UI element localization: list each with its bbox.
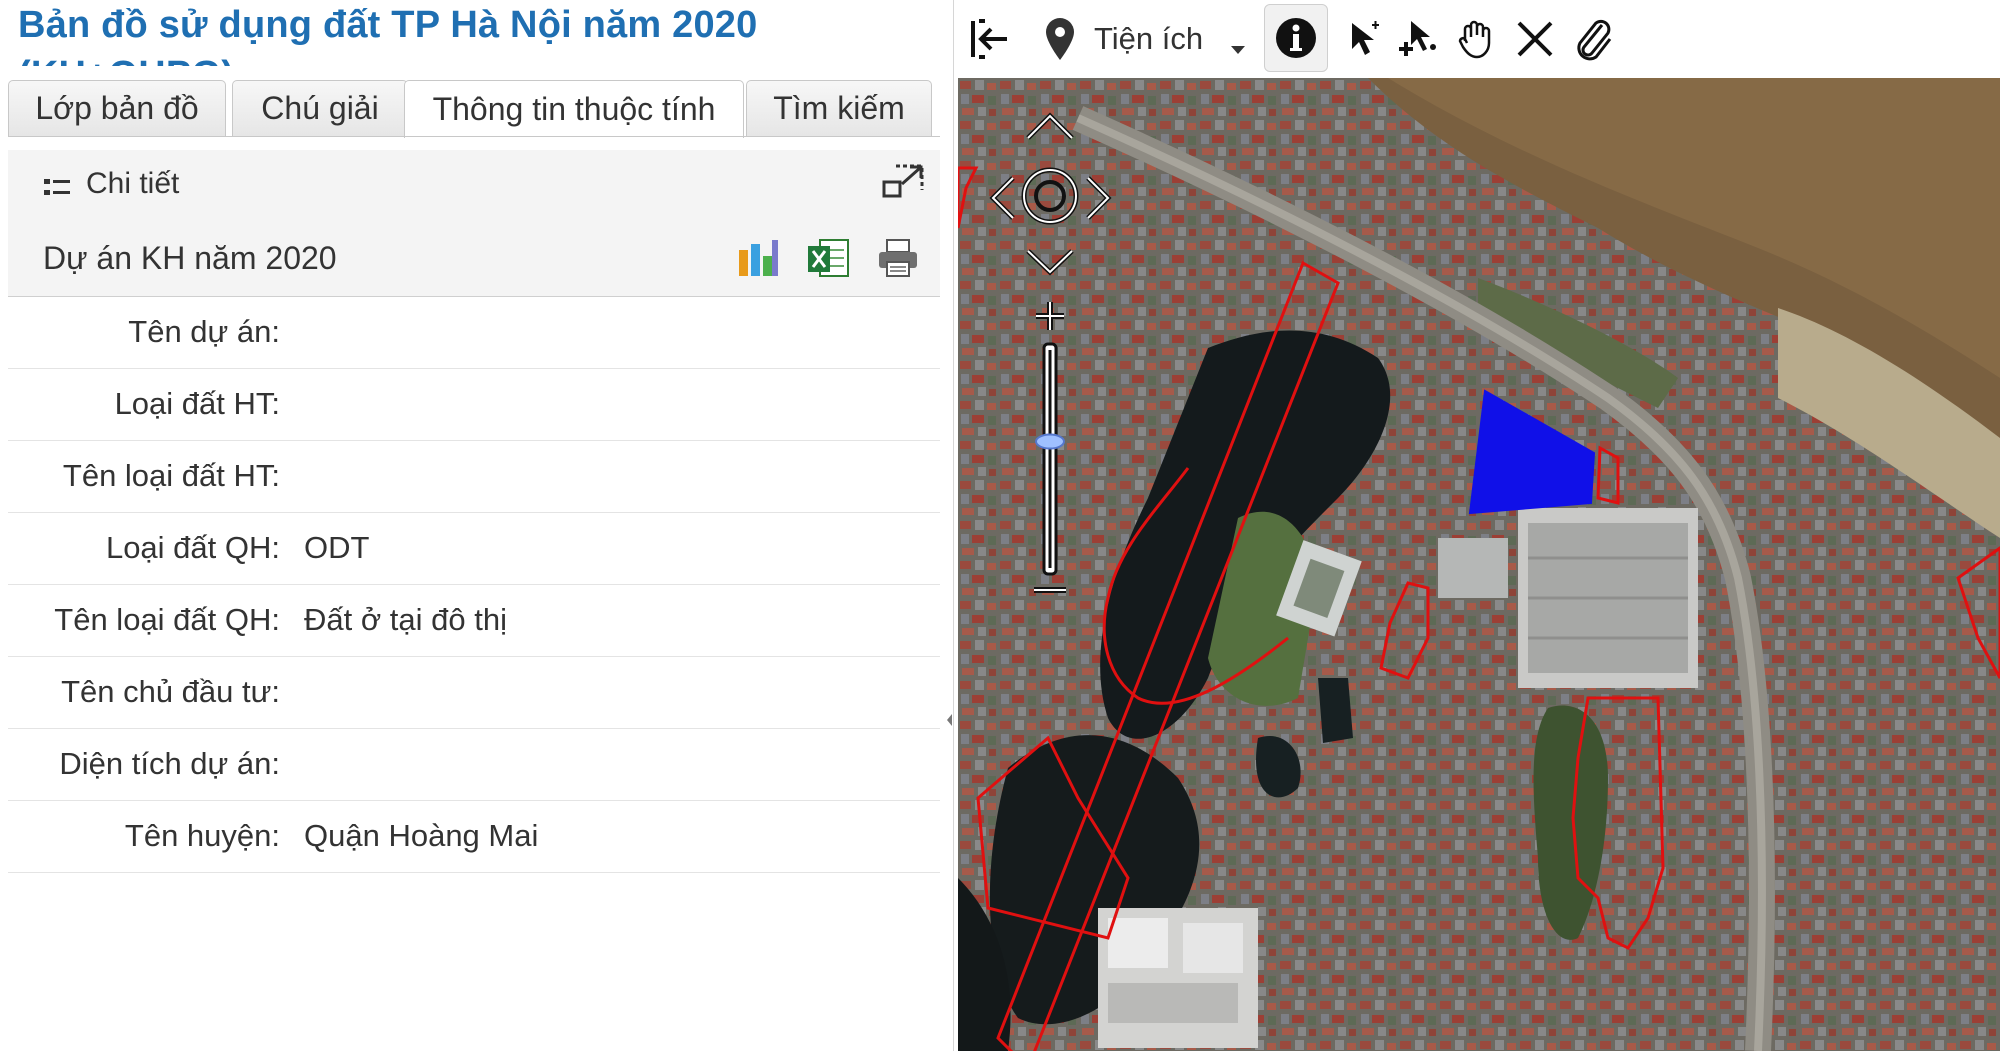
attribute-value: Quận Hoàng Mai: [304, 818, 539, 853]
table-row: Tên huyện: Quận Hoàng Mai: [8, 801, 940, 873]
pan-down-icon: [1026, 249, 1074, 276]
side-panel: Bản đồ sử dụng đất TP Hà Nội năm 2020 (K…: [0, 0, 954, 1051]
excel-icon[interactable]: [806, 236, 850, 280]
map-navigation-control[interactable]: [958, 78, 1158, 678]
attribute-label: Tên chủ đầu tư:: [61, 674, 280, 709]
pan-up-icon: [1026, 112, 1074, 140]
chart-icon[interactable]: [736, 236, 780, 280]
dropdown-caret-icon[interactable]: [1226, 10, 1250, 68]
attribute-label: Loại đất QH:: [105, 530, 280, 565]
pan-hand-icon[interactable]: [1452, 10, 1502, 68]
print-icon[interactable]: [876, 236, 920, 280]
project-title: Dự án KH năm 2020: [43, 240, 337, 276]
collapse-panel-icon[interactable]: [966, 10, 1014, 68]
location-pin-icon[interactable]: [1038, 10, 1082, 68]
table-row: Loại đất QH: ODT: [8, 513, 940, 585]
tab-bar: Lớp bản đồ Chú giải Thông tin thuộc tính…: [8, 80, 948, 138]
utilities-menu[interactable]: Tiện ích: [1094, 10, 1214, 68]
page-title: Bản đồ sử dụng đất TP Hà Nội năm 2020 (K…: [18, 4, 758, 66]
attribute-label: Diện tích dự án:: [59, 746, 280, 781]
table-row: Tên loại đất HT:: [8, 441, 940, 513]
table-row: Tên dự án:: [8, 297, 940, 369]
pan-right-icon: [1086, 176, 1112, 220]
attribute-label: Tên loại đất QH:: [54, 602, 280, 637]
table-row: Loại đất HT:: [8, 369, 940, 441]
expand-icon[interactable]: [882, 162, 926, 202]
map-view[interactable]: [958, 78, 2000, 1051]
attribute-label: Loại đất HT:: [114, 386, 280, 421]
attribute-label: Tên loại đất HT:: [62, 458, 280, 493]
project-header: Dự án KH năm 2020: [8, 222, 940, 297]
select-arrow-icon[interactable]: [1342, 10, 1386, 68]
select-plus-icon[interactable]: [1394, 10, 1444, 68]
tab-divider: [8, 136, 940, 137]
map-toolbar: Tiện ích: [958, 0, 2000, 78]
tab-search[interactable]: Tìm kiếm: [746, 80, 932, 136]
panel-splitter[interactable]: [945, 680, 953, 760]
table-row: Tên chủ đầu tư:: [8, 657, 940, 729]
list-icon: [44, 177, 70, 199]
tab-map-layers[interactable]: Lớp bản đồ: [8, 80, 226, 136]
attribute-table: Tên dự án: Loại đất HT: Tên loại đất HT:…: [8, 297, 940, 873]
zoom-slider-thumb: [1035, 433, 1065, 450]
attribute-value: ODT: [304, 530, 370, 565]
attach-icon[interactable]: [1568, 10, 1618, 68]
detail-header: Chi tiết: [8, 150, 940, 223]
clear-icon[interactable]: [1510, 10, 1560, 68]
tab-legend[interactable]: Chú giải: [232, 80, 408, 136]
attribute-label: Tên huyện:: [124, 818, 280, 853]
attribute-value: Đất ở tại đô thị: [304, 602, 507, 637]
table-row: Tên loại đất QH: Đất ở tại đô thị: [8, 585, 940, 657]
table-row: Diện tích dự án:: [8, 729, 940, 801]
tab-attribute-info[interactable]: Thông tin thuộc tính: [404, 80, 744, 138]
pan-left-icon: [989, 176, 1015, 220]
attribute-label: Tên dự án:: [128, 314, 280, 349]
utilities-label: Tiện ích: [1094, 21, 1204, 56]
detail-label: Chi tiết: [86, 167, 180, 200]
info-icon[interactable]: [1264, 4, 1328, 72]
